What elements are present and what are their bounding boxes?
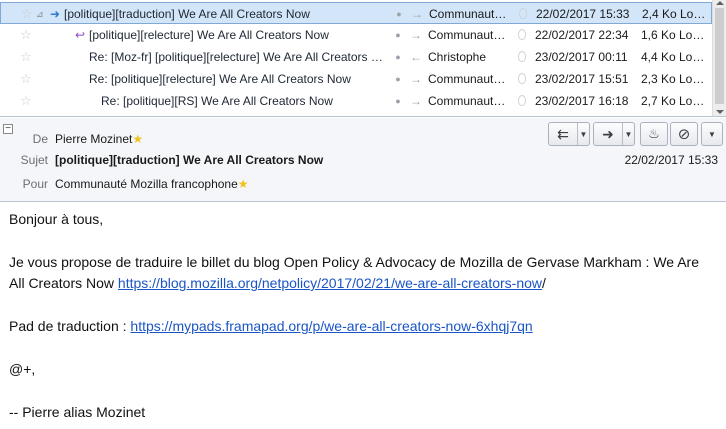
read-status-icon[interactable]: ● (392, 24, 404, 46)
message-row[interactable]: ☆ Re: [politique][relecture] We Are All … (0, 68, 712, 90)
read-status-icon[interactable]: ● (392, 68, 404, 90)
message-date: 22/02/2017 22:34 (535, 28, 629, 42)
reply-all-icon[interactable]: ⇇ (549, 123, 577, 145)
message-row[interactable]: ☆ Re: [politique][RS] We Are All Creator… (0, 90, 712, 112)
message-header-pane: − De Pierre Mozinet★ Sujet [politique][t… (0, 118, 726, 202)
contact-star-icon[interactable]: ★ (132, 132, 143, 146)
message-subject: ↩ [politique][relecture] We Are All Creat… (71, 24, 391, 46)
reply-all-button[interactable]: ⇇ ▼ (548, 122, 590, 146)
message-location: Lo… (680, 7, 706, 21)
message-correspondent: Communaut… (428, 94, 506, 108)
from-value[interactable]: Pierre Mozinet★ (55, 132, 143, 146)
forward-button[interactable]: ➜ ▼ (593, 122, 635, 146)
message-subject: Re: [politique][RS] We Are All Creators … (101, 94, 333, 108)
chevron-down-icon[interactable]: ▼ (577, 123, 589, 145)
message-list[interactable]: ☆ ⊿ ➜ [politique][traduction] We Are All … (0, 0, 726, 117)
read-status-icon[interactable]: ● (392, 90, 404, 112)
message-row[interactable]: ☆ Re: [Moz-fr] [politique][relecture] We… (0, 46, 712, 68)
forwarded-icon: ➜ (49, 7, 61, 21)
contact-star-icon[interactable]: ★ (238, 177, 249, 191)
message-subject: Re: [Moz-fr] [politique][relecture] We A… (89, 50, 383, 64)
junk-status-icon[interactable] (514, 3, 532, 25)
junk-status-icon[interactable] (513, 90, 531, 112)
replied-icon: ↩ (74, 28, 86, 42)
star-icon[interactable]: ☆ (18, 3, 36, 25)
star-icon[interactable]: ☆ (17, 68, 35, 90)
read-status-icon[interactable]: ● (392, 46, 404, 68)
subject-value: [politique][traduction] We Are All Creat… (55, 153, 324, 167)
from-label: De (32, 132, 48, 146)
scroll-thumb[interactable] (715, 8, 724, 104)
delete-button[interactable]: ⊘ (670, 122, 698, 146)
message-row[interactable]: ☆ ↩ [politique][relecture] We Are All Cre… (0, 24, 712, 46)
scroll-down-icon[interactable] (716, 110, 724, 114)
message-location: Lo… (679, 72, 705, 86)
message-date: 23/02/2017 15:51 (535, 72, 629, 86)
message-correspondent: Christophe (428, 50, 487, 64)
message-body: Bonjour à tous, Je vous propose de tradu… (0, 203, 726, 429)
message-correspondent: Communaut… (428, 28, 506, 42)
message-row[interactable]: ☆ ⊿ ➜ [politique][traduction] We Are All … (0, 2, 712, 24)
closing: @+, (9, 361, 36, 377)
message-size: 2,4 Ko (642, 7, 677, 21)
message-date: 23/02/2017 16:18 (535, 94, 629, 108)
forward-icon[interactable]: ➜ (594, 123, 622, 145)
junk-status-icon[interactable] (513, 24, 531, 46)
message-size: 4,4 Ko (641, 50, 676, 64)
to-value[interactable]: Communauté Mozilla francophone★ (55, 177, 249, 191)
message-date: 23/02/2017 00:11 (535, 50, 628, 64)
greeting: Bonjour à tous, (9, 211, 104, 227)
junk-flame-icon[interactable]: ♨ (641, 123, 667, 145)
more-button[interactable]: ▼ (701, 122, 723, 146)
sent-arrow-icon: → (410, 94, 422, 108)
junk-button[interactable]: ♨ (640, 122, 668, 146)
message-size: 1,6 Ko (641, 28, 676, 42)
star-icon[interactable]: ☆ (17, 24, 35, 46)
message-list-scrollbar[interactable] (712, 0, 726, 116)
to-label: Pour (22, 177, 48, 191)
scroll-up-icon[interactable] (716, 1, 724, 5)
message-size: 2,3 Ko (641, 72, 676, 86)
header-date: 22/02/2017 15:33 (624, 153, 718, 167)
sent-arrow-icon: → (411, 7, 423, 21)
junk-status-icon[interactable] (513, 46, 531, 68)
received-arrow-icon: ← (410, 50, 422, 64)
signature: -- Pierre alias Mozinet (9, 404, 146, 420)
star-icon[interactable]: ☆ (17, 90, 35, 112)
message-location: Lo… (679, 28, 705, 42)
star-icon[interactable]: ☆ (17, 46, 35, 68)
message-correspondent: Communaut… (428, 72, 506, 86)
body-paragraph: Je vous propose de traduire le billet du… (9, 254, 699, 291)
read-status-icon[interactable]: ● (393, 3, 405, 25)
more-dropdown-icon[interactable]: ▼ (702, 123, 722, 145)
sent-arrow-icon: → (410, 28, 422, 42)
message-subject: Re: [politique][relecture] We Are All Cr… (89, 72, 351, 86)
subject-label: Sujet (20, 153, 48, 167)
blog-link[interactable]: https://blog.mozilla.org/netpolicy/2017/… (118, 275, 542, 291)
message-location: Lo… (679, 50, 705, 64)
pad-link[interactable]: https://mypads.framapad.org/p/we-are-all… (130, 318, 532, 334)
message-location: Lo… (679, 94, 705, 108)
message-correspondent: Communaut… (429, 7, 507, 21)
message-size: 2,7 Ko (641, 94, 676, 108)
sent-arrow-icon: → (410, 72, 422, 86)
pad-paragraph: Pad de traduction : https://mypads.frama… (9, 318, 533, 334)
chevron-down-icon[interactable]: ▼ (622, 123, 634, 145)
junk-status-icon[interactable] (513, 68, 531, 90)
message-subject: ➜ [politique][traduction] We Are All Crea… (46, 3, 391, 25)
block-delete-icon[interactable]: ⊘ (671, 123, 697, 145)
message-date: 22/02/2017 15:33 (536, 7, 630, 21)
